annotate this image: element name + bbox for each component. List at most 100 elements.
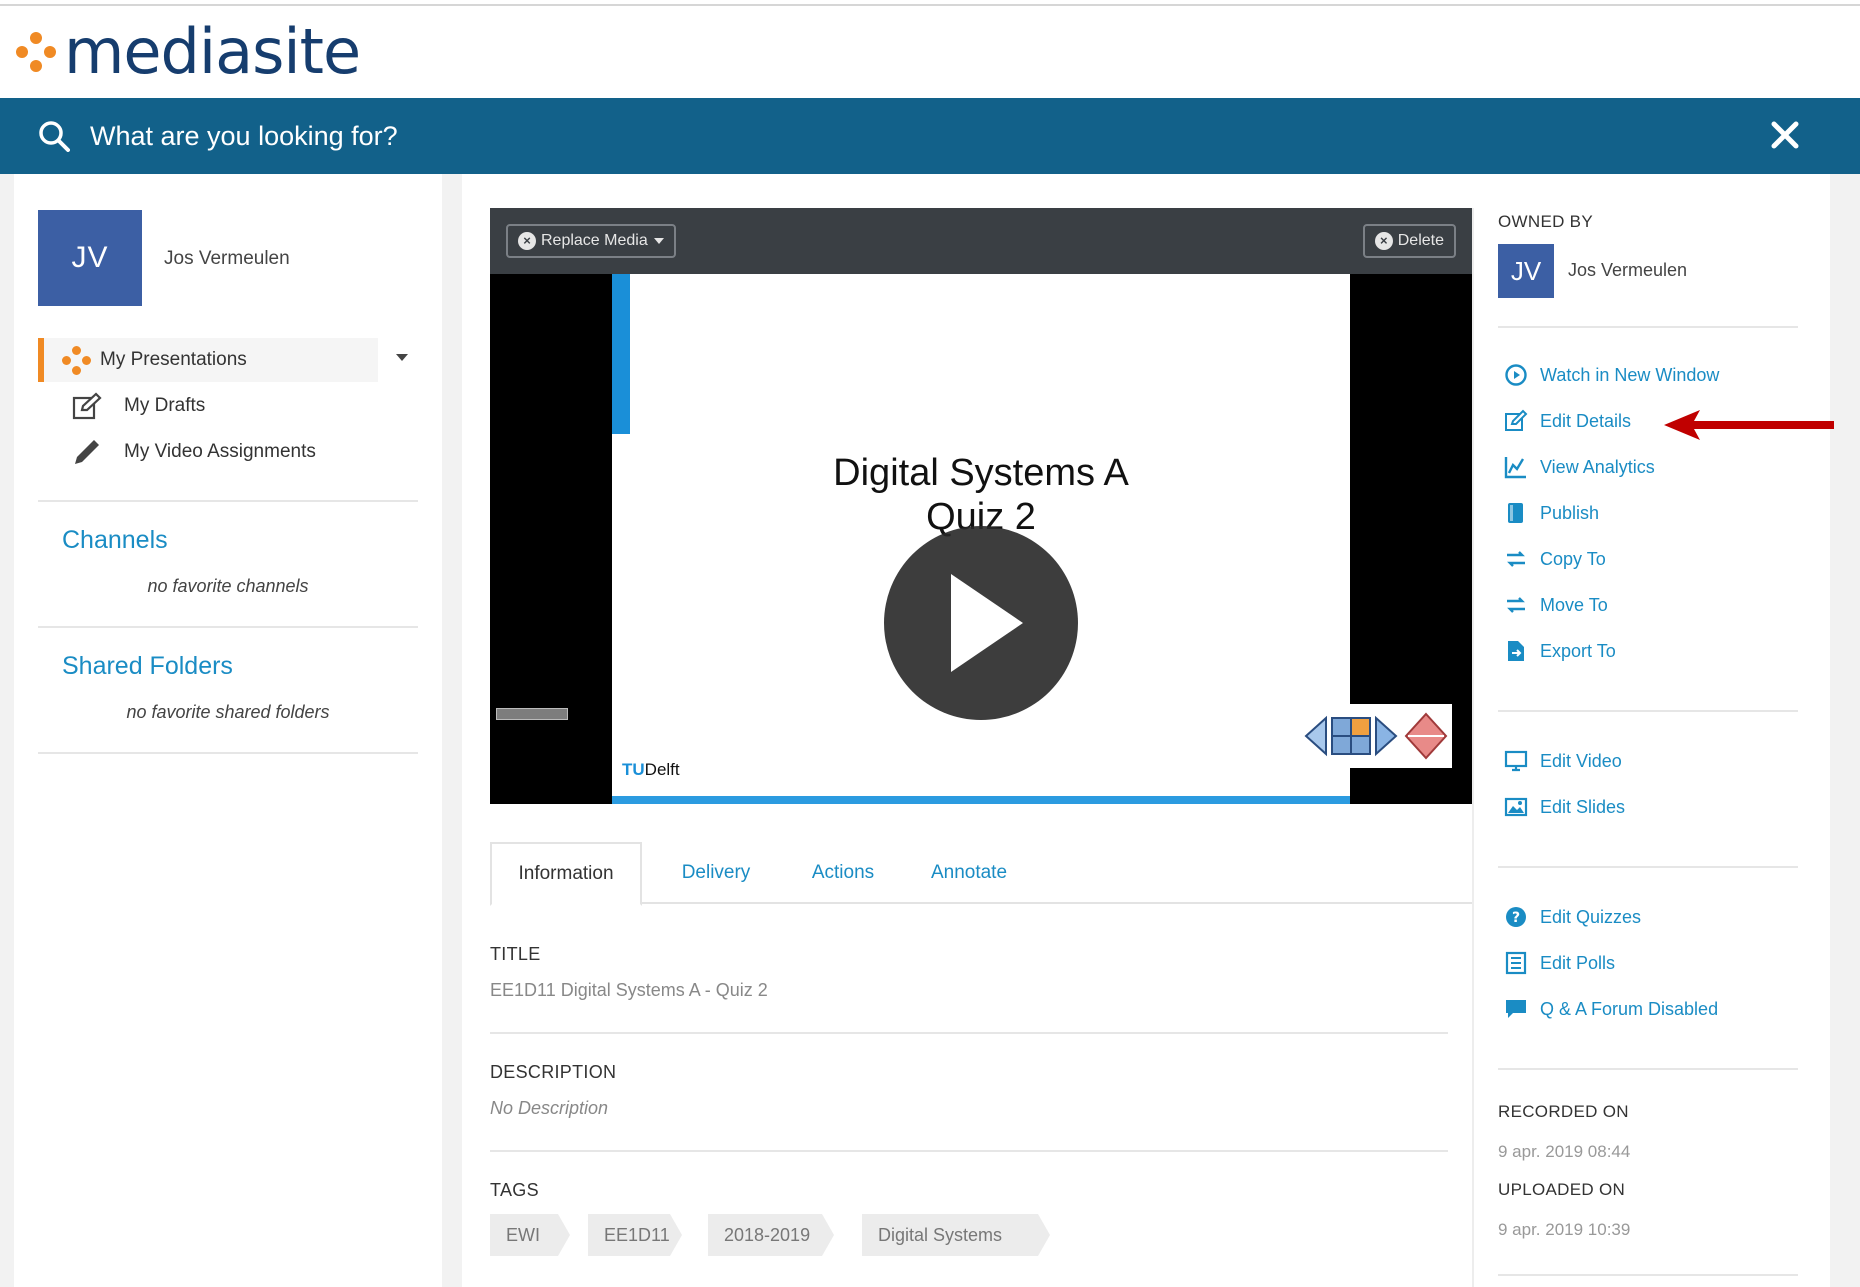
edit-slides-link[interactable]: Edit Slides <box>1504 792 1625 822</box>
edit-icon <box>1505 409 1528 431</box>
recorded-on-value: 9 apr. 2019 08:44 <box>1498 1142 1631 1161</box>
action-label: Edit Polls <box>1540 952 1616 973</box>
tag-chip[interactable]: 2018-2019 <box>708 1214 834 1256</box>
move-to-link[interactable]: Move To <box>1504 590 1608 620</box>
action-label: Publish <box>1540 502 1600 523</box>
channels-empty-text: no favorite channels <box>147 576 309 596</box>
action-label: Edit Quizzes <box>1540 906 1642 927</box>
list-icon <box>1505 951 1527 975</box>
chat-icon <box>1506 1000 1526 1018</box>
transfer-icon <box>1507 597 1525 613</box>
sidebar-item-label: My Drafts <box>124 395 206 416</box>
owned-by-label: OWNED BY <box>1498 212 1593 231</box>
owner-name[interactable]: Jos Vermeulen <box>1568 260 1687 281</box>
edit-details-link[interactable]: Edit Details <box>1504 406 1631 436</box>
slide-accent-bar <box>612 274 630 434</box>
sidebar-item-my-drafts[interactable]: My Drafts <box>72 388 205 424</box>
qa-forum-link[interactable]: Q & A Forum Disabled <box>1504 994 1718 1024</box>
edit-video-link[interactable]: Edit Video <box>1504 746 1622 776</box>
action-label: Edit Video <box>1540 750 1622 771</box>
action-label: Copy To <box>1540 548 1606 569</box>
tag-chip[interactable]: EWI <box>490 1214 570 1256</box>
title-label: TITLE <box>490 944 541 964</box>
play-button[interactable] <box>884 526 1078 720</box>
mini-controls[interactable] <box>496 708 568 720</box>
tudelft-logo: TUDelft <box>622 760 680 779</box>
description-value: No Description <box>490 1098 609 1118</box>
action-label: Edit Slides <box>1540 796 1626 817</box>
tab-delivery[interactable]: Delivery <box>654 842 778 904</box>
image-icon <box>1504 797 1528 817</box>
chevron-down-icon[interactable] <box>396 354 408 361</box>
shared-folders-empty-text: no favorite shared folders <box>126 702 330 722</box>
edit-polls-link[interactable]: Edit Polls <box>1504 948 1615 978</box>
search-input[interactable] <box>90 120 1690 152</box>
shared-folders-heading[interactable]: Shared Folders <box>62 652 233 681</box>
owner-avatar[interactable]: JV <box>1498 244 1554 298</box>
slide-bottom-bar <box>612 796 1350 804</box>
watch-new-window-link[interactable]: Watch in New Window <box>1504 360 1719 390</box>
view-analytics-link[interactable]: View Analytics <box>1504 452 1655 482</box>
sidebar: JV Jos Vermeulen My Presentations My Dra… <box>14 174 442 1287</box>
sidebar-item-my-video-assignments[interactable]: My Video Assignments <box>72 434 316 470</box>
delete-icon: × <box>1374 232 1393 250</box>
publish-link[interactable]: Publish <box>1504 498 1599 528</box>
transfer-icon <box>1507 551 1525 567</box>
divider <box>490 1032 1448 1034</box>
tab-annotate[interactable]: Annotate <box>904 842 1034 904</box>
search-icon[interactable] <box>38 120 70 152</box>
analytics-icon <box>1504 457 1526 479</box>
tags-label: TAGS <box>490 1180 539 1200</box>
export-to-link[interactable]: Export To <box>1504 636 1616 666</box>
divider <box>38 752 418 754</box>
recorded-on-label: RECORDED ON <box>1498 1102 1629 1121</box>
sidebar-item-label: My Video Assignments <box>124 441 316 462</box>
main-content: × Replace Media × Delete Digital Systems… <box>462 174 1830 1287</box>
close-icon[interactable] <box>1768 118 1802 152</box>
layout-switcher-icon[interactable] <box>1298 704 1452 768</box>
divider <box>1498 710 1798 712</box>
action-label: Watch in New Window <box>1540 364 1720 385</box>
sidebar-item-label: My Presentations <box>100 349 247 370</box>
divider <box>1498 326 1798 328</box>
publish-icon <box>1508 503 1523 523</box>
delete-label: Delete <box>1397 232 1444 249</box>
export-icon <box>1508 641 1524 661</box>
edit-quizzes-link[interactable]: ? Edit Quizzes <box>1504 902 1641 932</box>
monitor-icon <box>1504 750 1528 772</box>
divider <box>1498 1068 1798 1070</box>
action-label: Move To <box>1540 594 1608 615</box>
logo-dots-icon <box>14 30 58 74</box>
svg-text:?: ? <box>1512 910 1520 926</box>
play-circle-icon <box>1505 364 1527 386</box>
question-icon: ? <box>1506 907 1526 927</box>
delete-button[interactable]: × Delete <box>1362 224 1456 258</box>
replace-media-button[interactable]: × Replace Media <box>506 224 676 258</box>
presentations-icon <box>62 346 92 375</box>
tag-chip[interactable]: EE1D11 <box>588 1214 682 1256</box>
tab-actions[interactable]: Actions <box>788 842 898 904</box>
top-border <box>0 4 1860 6</box>
divider <box>1498 1274 1798 1276</box>
video-player[interactable]: × Replace Media × Delete Digital Systems… <box>490 208 1472 804</box>
title-value: EE1D11 Digital Systems A - Quiz 2 <box>490 980 768 1000</box>
tab-information[interactable]: Information <box>490 842 642 906</box>
action-label: View Analytics <box>1540 456 1655 477</box>
action-label: Export To <box>1540 640 1616 661</box>
description-label: DESCRIPTION <box>490 1062 617 1082</box>
slide-title: Digital Systems A <box>833 452 1129 494</box>
logo-text: mediasite <box>64 15 361 88</box>
sidebar-item-my-presentations[interactable]: My Presentations <box>38 338 378 382</box>
search-bar <box>0 98 1860 174</box>
replace-icon: × <box>518 232 536 250</box>
divider <box>490 1150 1448 1152</box>
tag-chip[interactable]: Digital Systems <box>862 1214 1050 1256</box>
divider <box>38 500 418 502</box>
user-avatar[interactable]: JV <box>38 210 142 306</box>
copy-to-link[interactable]: Copy To <box>1504 544 1606 574</box>
divider <box>1498 866 1798 868</box>
replace-media-label: Replace Media <box>541 232 648 249</box>
user-name[interactable]: Jos Vermeulen <box>164 248 290 270</box>
channels-heading[interactable]: Channels <box>62 526 168 555</box>
mediasite-logo[interactable]: mediasite <box>14 15 361 88</box>
